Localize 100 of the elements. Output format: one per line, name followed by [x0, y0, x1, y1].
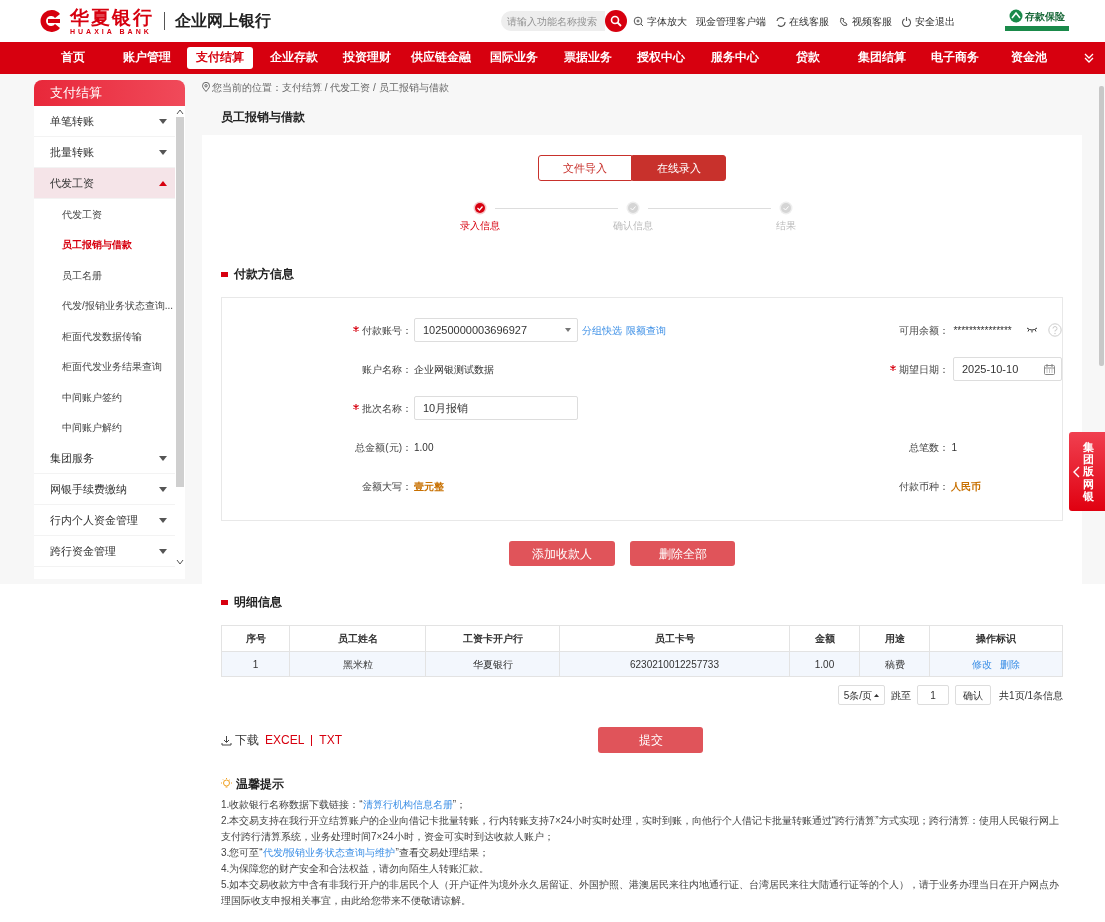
column-header: 金额 [790, 626, 860, 651]
sidebar-subitem[interactable]: 员工名册 [34, 260, 175, 291]
column-header: 序号 [222, 626, 290, 651]
section-title: 明细信息 [234, 594, 282, 611]
sidebar-subitem[interactable]: 员工报销与借款 [34, 229, 175, 260]
caret-down-icon [159, 118, 167, 124]
table-cell: 1 [222, 652, 290, 676]
site-title: 企业网上银行 [175, 11, 271, 31]
scroll-down-icon[interactable] [176, 559, 184, 565]
chevron-left-icon [1073, 465, 1080, 478]
tip-link[interactable]: 代发/报销业务状态查询与维护 [262, 847, 396, 858]
table-action-link[interactable]: 修改 [972, 656, 992, 672]
sidebar-item[interactable]: 代发工资 [34, 168, 175, 199]
nav-tab[interactable]: 贷款 [775, 47, 841, 69]
balance-value: *************** [953, 323, 1012, 338]
format-link[interactable]: TXT [319, 731, 343, 749]
caret-down-icon [159, 486, 167, 492]
search-field[interactable]: 请输入功能名称搜索 [501, 11, 605, 31]
input-field[interactable]: 10月报销 [414, 396, 578, 420]
sidebar-subitem[interactable]: 代发工资 [34, 199, 175, 230]
calendar-icon [1044, 363, 1055, 375]
nav-tab[interactable]: 授权中心 [628, 47, 694, 69]
caret-up-icon [874, 693, 880, 697]
nav-tab[interactable]: 支付结算 [187, 47, 253, 69]
mode-tab[interactable]: 文件导入 [538, 155, 632, 181]
page-scrollbar-thumb[interactable] [1099, 86, 1104, 366]
link[interactable]: 分组快选 [582, 322, 622, 338]
caret-down-icon [159, 548, 167, 554]
tip-text: 4.为保障您的财产安全和合法权益，请勿向陌生人转账汇款。 [221, 862, 491, 876]
format-link[interactable]: EXCEL [265, 731, 305, 749]
page-title: 员工报销与借款 [221, 109, 306, 124]
sidebar-subitem[interactable]: 中间账户签约 [34, 382, 175, 413]
eye-closed-icon[interactable] [1025, 327, 1038, 333]
phone-icon [838, 15, 849, 27]
field-value: 1.00 [414, 440, 434, 455]
sidebar-subitem[interactable]: 柜面代发业务结果查询 [34, 351, 175, 382]
page-summary: 共1页/1条信息 [999, 688, 1063, 703]
header-link[interactable]: 字体放大 [633, 13, 687, 29]
field-value: 壹元整 [414, 479, 444, 494]
sidebar-title: 支付结算 [34, 80, 185, 106]
confirm-button[interactable]: 确认 [955, 685, 992, 705]
nav-tab[interactable]: 账户管理 [113, 47, 180, 69]
nav-tab[interactable]: 票据业务 [554, 47, 621, 69]
column-header: 操作标识 [975, 632, 1017, 646]
caret-down-icon [159, 455, 167, 461]
caret-up-icon [159, 180, 167, 186]
caret-down-icon [565, 328, 571, 332]
nav-tab[interactable]: 首页 [40, 47, 106, 69]
scroll-up-icon[interactable] [176, 109, 184, 115]
sidebar-subitem[interactable]: 中间账户解约 [34, 412, 175, 443]
insurance-banner-icon [1005, 23, 1069, 34]
location-pin-icon [202, 82, 210, 92]
caret-down-icon [159, 517, 167, 523]
nav-tab[interactable]: 国际业务 [481, 47, 547, 69]
header-link[interactable]: 现金管理客户端 [696, 13, 766, 29]
column-header: 员工姓名 [290, 626, 426, 651]
nav-tab[interactable]: 供应链金融 [407, 47, 474, 69]
link[interactable]: 限额查询 [626, 322, 666, 338]
search-icon [610, 15, 622, 27]
table-action-link[interactable]: 删除 [1000, 656, 1020, 672]
delete-all-button[interactable]: 删除全部 [630, 541, 735, 566]
field-value: 人民币 [951, 479, 982, 494]
nav-tab[interactable]: 企业存款 [260, 47, 327, 69]
page-input[interactable]: 1 [917, 685, 950, 705]
header-link[interactable]: 在线客服 [775, 13, 829, 29]
mode-tab[interactable]: 在线录入 [632, 155, 726, 181]
side-tab[interactable]: 集团版网银 [1069, 432, 1105, 511]
table-cell: 6230210012257733 [560, 652, 790, 676]
submit-button[interactable]: 提交 [598, 727, 704, 753]
header-link[interactable]: 视频客服 [838, 13, 892, 29]
nav-tab[interactable]: 投资理财 [334, 47, 400, 69]
sidebar-subitem[interactable]: 柜面代发数据传输 [34, 321, 175, 352]
download-link[interactable]: 下载 [221, 731, 259, 749]
search-button[interactable] [605, 10, 627, 32]
section-marker-icon [221, 599, 228, 605]
insurance-label: 存款保险 [1025, 9, 1065, 24]
column-header: 员工卡号 [560, 626, 790, 651]
double-chevron-icon[interactable] [1083, 52, 1095, 64]
account-select[interactable]: 10250000003696927 [414, 318, 578, 342]
nav-tab[interactable]: 集团结算 [848, 47, 915, 69]
field-value: 企业网银测试数据 [414, 362, 494, 377]
tip-link[interactable]: 清算行机构信息名册 [362, 799, 453, 810]
scrollbar-thumb[interactable] [176, 117, 184, 487]
nav-tab[interactable]: 服务中心 [701, 47, 768, 69]
refresh-icon [775, 15, 786, 27]
add-payee-button[interactable]: 添加收款人 [509, 541, 615, 566]
date-field[interactable]: 2025-10-10 [953, 357, 1062, 381]
page-size-select[interactable]: 5条/页 [837, 685, 886, 705]
nav-tab[interactable]: 资金池 [995, 47, 1062, 69]
field-label: 总笔数： [909, 440, 950, 455]
tip-text: 3.您可至“代发/报销业务状态查询与维护”查看交易处理结果； [221, 846, 490, 860]
jump-label: 跳至 [891, 688, 912, 703]
step-label: 确认信息 [613, 219, 653, 233]
field-label: 可用余额： [899, 323, 950, 338]
header-link[interactable]: 安全退出 [901, 13, 955, 29]
field-label: 总金额(元)： [355, 440, 412, 455]
lightbulb-icon [221, 778, 232, 790]
nav-tab[interactable]: 电子商务 [922, 47, 988, 69]
sidebar-subitem[interactable]: 代发/报销业务状态查询... [34, 290, 175, 321]
tip-text: 2.本交易支持在我行开立结算账户的企业向借记卡批量转账，行内转账支持7×24小时实时处理，实时到账，向他行个人借记卡批量转账通过“跨行清算”方式实现；跨行清算：使用人民银行网上支付跨行清算系统，业务处理时间7×24小时，资金可实时到达收款人账户； [221, 814, 1060, 844]
